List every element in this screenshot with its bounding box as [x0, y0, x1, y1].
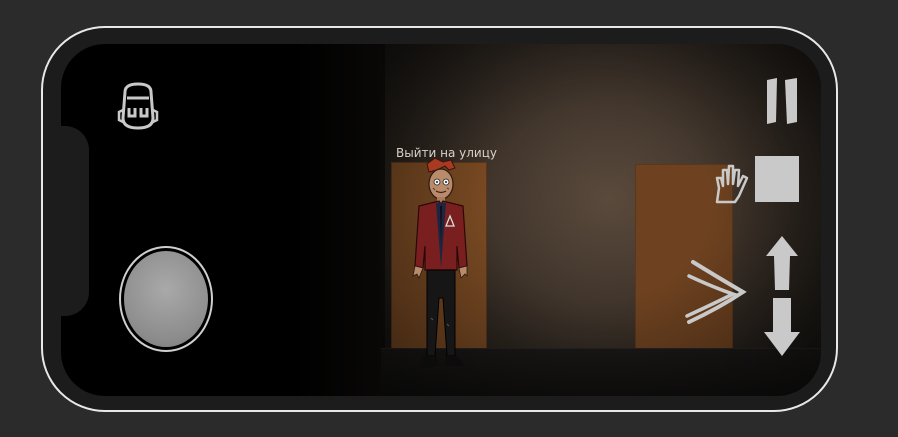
- interact-button[interactable]: [713, 162, 753, 204]
- backpack-icon: [117, 82, 159, 130]
- joystick-knob[interactable]: [124, 251, 208, 347]
- interaction-hint-label: Выйти на улицу: [396, 146, 497, 160]
- movement-joystick[interactable]: [119, 246, 213, 352]
- arrow-up-icon: [766, 236, 798, 290]
- pause-button[interactable]: [765, 76, 799, 126]
- run-button[interactable]: [685, 258, 747, 328]
- hallway-shadow: [293, 44, 385, 396]
- game-viewport: Выйти на улицу: [61, 44, 821, 396]
- pause-icon: [767, 78, 797, 124]
- action-button[interactable]: [755, 156, 799, 202]
- player-character: [412, 158, 468, 368]
- arrow-down-icon: [764, 298, 800, 356]
- camera-notch: [43, 126, 89, 316]
- move-down-button[interactable]: [763, 298, 801, 356]
- inventory-button[interactable]: [117, 82, 159, 130]
- hand-icon: [715, 164, 749, 204]
- move-up-button[interactable]: [765, 236, 799, 292]
- double-chevron-right-icon: [685, 260, 747, 324]
